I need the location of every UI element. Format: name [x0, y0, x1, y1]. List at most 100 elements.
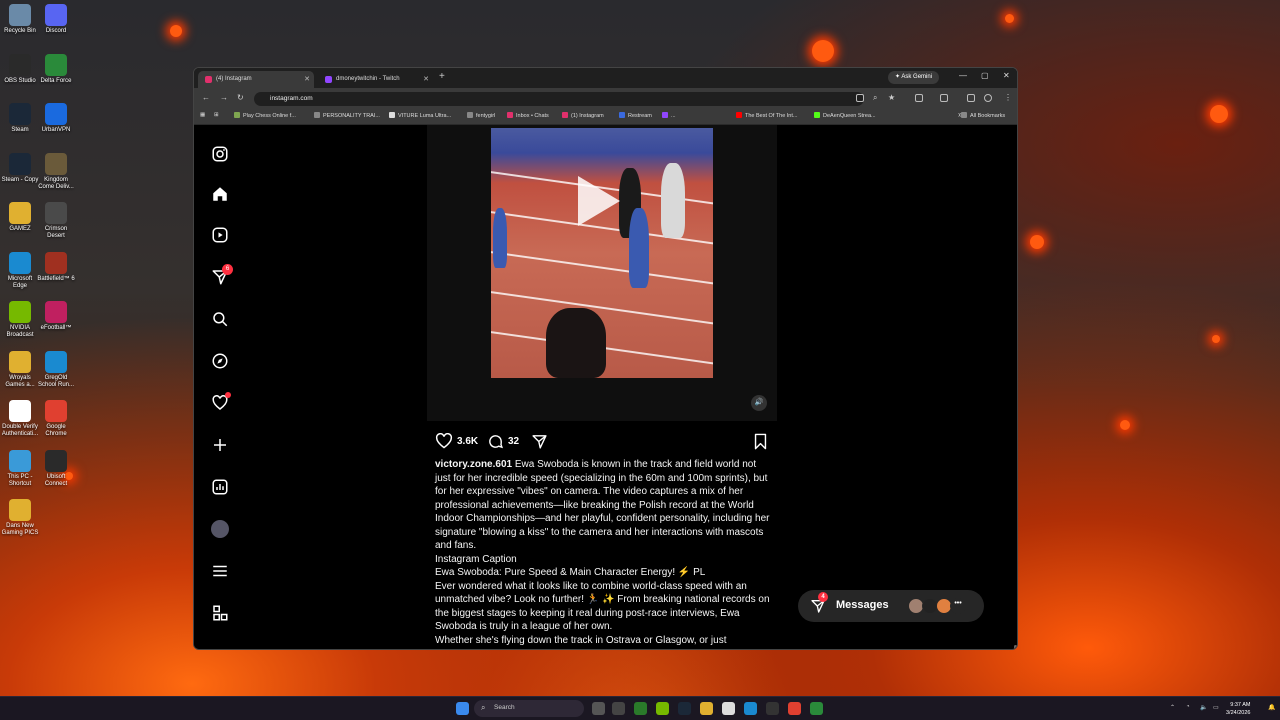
reels-icon[interactable] [211, 226, 229, 244]
all-bookmarks[interactable]: All Bookmarks [961, 112, 1005, 119]
url-field[interactable]: instagram.com [254, 92, 864, 106]
clock[interactable]: 9:37 AM 3/24/2026 [1226, 701, 1250, 717]
desktop-icon[interactable]: UrbanVPN [36, 103, 76, 134]
desktop-icon[interactable]: Ubisoft Connect [36, 449, 76, 488]
new-tab-button[interactable]: + [439, 71, 445, 82]
network-icon[interactable]: ◔ [1186, 704, 1190, 710]
desktop-icon[interactable]: Double Verify Authenticati... [0, 400, 40, 438]
explore-icon[interactable] [211, 352, 229, 370]
direct-messages-nav[interactable]: 6 [211, 264, 233, 286]
tab-instagram[interactable]: (4) Instagram ✕ [198, 71, 314, 88]
desktop-icon[interactable]: eFootball™ [36, 301, 76, 332]
app-icon[interactable] [634, 702, 647, 715]
chrome-icon[interactable] [788, 702, 801, 715]
notifications-icon[interactable]: 🔔 [1268, 704, 1275, 711]
tray-chevron-icon[interactable]: ⌃ [1170, 704, 1175, 711]
bookmark-item[interactable]: Inbox • Chats [507, 112, 549, 119]
start-icon[interactable] [456, 702, 469, 715]
desktop-icon[interactable]: Discord [36, 4, 76, 35]
task-view-icon[interactable] [592, 702, 605, 715]
grid-icon[interactable]: ⊞ [214, 112, 219, 118]
bookmark-star-icon[interactable]: ★ [888, 93, 895, 102]
bookmark-item[interactable]: Restream [619, 112, 652, 119]
audio-toggle-icon[interactable]: 🔊 [751, 395, 767, 411]
bookmark-item[interactable]: fentygirl [467, 112, 495, 119]
caption-username[interactable]: victory.zone.601 [435, 459, 512, 470]
file-explorer-icon[interactable] [700, 702, 713, 715]
app-icon[interactable] [810, 702, 823, 715]
maximize-button[interactable]: ▢ [981, 71, 989, 80]
share-button[interactable] [531, 433, 548, 450]
desktop-icon[interactable]: Recycle Bin [0, 4, 40, 35]
close-tab-icon[interactable]: ✕ [304, 75, 310, 83]
create-plus-icon[interactable] [211, 436, 229, 454]
close-window-button[interactable]: ✕ [1003, 71, 1010, 80]
battery-icon[interactable]: ▭ [1213, 704, 1219, 711]
desktop-icon[interactable]: Microsoft Edge [0, 251, 40, 290]
desktop-icon[interactable]: NVIDIA Broadcast [0, 301, 40, 339]
obs-icon[interactable] [766, 702, 779, 715]
desktop-icon[interactable]: OBS Studio [0, 53, 40, 85]
like-button[interactable]: 3.6K [435, 432, 478, 449]
volume-icon[interactable]: 🔈 [1200, 704, 1207, 711]
bookmark-item[interactable]: (1) Instagram [562, 112, 604, 119]
store-icon[interactable] [722, 702, 735, 715]
save-button[interactable] [753, 433, 768, 450]
bookmark-item[interactable]: Play Chess Online f... [234, 112, 296, 119]
app-icon [45, 4, 67, 26]
desktop-icon[interactable]: Google Chrome [36, 400, 76, 438]
tab-twitch[interactable]: dmoneytwitchin - Twitch ✕ [318, 71, 433, 88]
desktop-icon[interactable]: Dans New Gaming PICS [0, 499, 40, 537]
desktop-icon[interactable]: Wroyals Games a... [0, 350, 40, 389]
desktop-icon[interactable]: Kingdom Come Deliv... [36, 152, 76, 191]
post-media[interactable]: 🔊 [427, 125, 777, 421]
extensions-icon[interactable] [915, 94, 923, 102]
forward-icon[interactable]: → [220, 93, 228, 102]
steam-icon[interactable] [678, 702, 691, 715]
desktop-icon[interactable]: GregOld School Run... [36, 350, 76, 389]
more-menu-icon[interactable] [211, 562, 229, 580]
desktop-icon[interactable]: Battlefield™ 6 [36, 251, 76, 283]
desktop-icon[interactable]: Steam - Copy [0, 152, 40, 184]
install-app-icon[interactable] [856, 94, 864, 102]
search-icon[interactable] [211, 310, 229, 328]
page-scrollbar[interactable] [1014, 645, 1017, 649]
notifications-nav[interactable] [211, 392, 231, 412]
comment-button[interactable]: 32 [487, 433, 519, 450]
close-tab-icon[interactable]: ✕ [423, 75, 429, 83]
back-icon[interactable]: ← [202, 93, 210, 102]
video-frame[interactable] [491, 128, 713, 378]
sidepanel-icon[interactable] [940, 94, 948, 102]
messages-button[interactable]: 4 Messages ••• [798, 590, 984, 622]
instagram-logo-icon[interactable] [211, 145, 229, 163]
tab-search-icon[interactable] [967, 94, 975, 102]
desktop-icon[interactable]: Crimson Desert [36, 202, 76, 240]
bookmark-item[interactable]: VITURE Luma Ultra... [389, 112, 451, 119]
taskbar-search[interactable]: ⌕ Search [474, 700, 584, 717]
profile-avatar[interactable] [211, 520, 229, 538]
minimize-button[interactable]: — [959, 71, 967, 80]
desktop-icon[interactable]: Steam [0, 103, 40, 134]
desktop-icon[interactable]: This PC - Shortcut [0, 449, 40, 488]
ask-gemini-label: Ask Gemini [901, 74, 933, 80]
settings-icon[interactable] [612, 702, 625, 715]
desktop-icon[interactable]: GAMEZ [0, 202, 40, 233]
play-icon[interactable] [578, 176, 620, 226]
desktop-icon[interactable]: Delta Force [36, 53, 76, 85]
profile-icon[interactable] [984, 94, 992, 102]
bookmark-item[interactable]: The Best Of The Int... [736, 112, 797, 119]
app-icon [45, 251, 67, 274]
edge-icon[interactable] [744, 702, 757, 715]
also-from-meta-icon[interactable] [211, 604, 229, 622]
ask-gemini-button[interactable]: ✦ Ask Gemini [888, 71, 940, 84]
bookmark-item[interactable]: DeAenQueen Strea... [814, 112, 876, 119]
bookmark-item[interactable]: ... [662, 112, 676, 119]
zoom-icon[interactable]: ⌕ [873, 93, 877, 103]
apps-icon[interactable]: ▦ [200, 112, 205, 118]
dashboard-icon[interactable] [211, 478, 229, 496]
nvidia-icon[interactable] [656, 702, 669, 715]
bookmark-item[interactable]: PERSONALITY TRAI... [314, 112, 380, 119]
home-icon[interactable] [211, 185, 229, 203]
reload-icon[interactable]: ↻ [237, 93, 244, 102]
menu-icon[interactable]: ⋮ [1004, 93, 1012, 102]
